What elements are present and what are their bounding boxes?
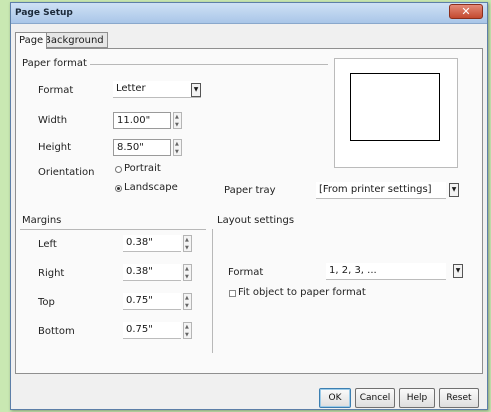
paper-format-divider bbox=[90, 64, 328, 65]
landscape-radio[interactable] bbox=[115, 185, 122, 192]
landscape-label[interactable]: Landscape bbox=[124, 182, 178, 193]
top-margin-input[interactable]: 0.75" bbox=[123, 293, 181, 310]
width-input-value: 11.00" bbox=[117, 115, 151, 126]
height-label: Height bbox=[38, 142, 72, 153]
close-icon: ✕ bbox=[461, 5, 471, 18]
preview-page-outline bbox=[350, 73, 440, 141]
layout-format-value: 1, 2, 3, ... bbox=[329, 265, 377, 276]
tab-page-label: Page bbox=[19, 35, 44, 46]
right-margin-stepper[interactable]: ▲ ▼ bbox=[183, 264, 192, 281]
spin-down-icon: ▼ bbox=[185, 245, 189, 251]
help-button[interactable]: Help bbox=[399, 388, 435, 408]
margins-title: Margins bbox=[22, 215, 62, 226]
page-setup-dialog: Page Setup ✕ Page Background Paper forma… bbox=[10, 2, 488, 410]
tab-panel-page: Paper format Format Letter ▼ Width 11.00… bbox=[15, 48, 483, 374]
chevron-down-icon: ▼ bbox=[455, 267, 461, 274]
format-select-value: Letter bbox=[116, 83, 146, 94]
orientation-label: Orientation bbox=[38, 167, 95, 178]
spin-up-icon: ▲ bbox=[185, 324, 189, 330]
layout-settings-title: Layout settings bbox=[217, 215, 295, 226]
portrait-label[interactable]: Portrait bbox=[124, 163, 161, 174]
margins-divider bbox=[20, 229, 206, 230]
chevron-down-icon: ▼ bbox=[451, 186, 457, 193]
reset-button[interactable]: Reset bbox=[439, 388, 479, 408]
height-stepper[interactable]: ▲ ▼ bbox=[173, 139, 182, 156]
top-margin-stepper[interactable]: ▲ ▼ bbox=[183, 293, 192, 310]
tab-page[interactable]: Page bbox=[15, 32, 48, 49]
top-margin-value: 0.75" bbox=[126, 295, 153, 306]
layout-format-label: Format bbox=[228, 267, 264, 278]
right-margin-value: 0.38" bbox=[126, 266, 153, 277]
format-dropdown-button[interactable]: ▼ bbox=[191, 83, 201, 97]
tab-background-label: Background bbox=[44, 35, 104, 46]
width-label: Width bbox=[38, 115, 68, 126]
format-select[interactable]: Letter bbox=[113, 81, 201, 98]
top-margin-label: Top bbox=[38, 297, 55, 308]
layout-format-dropdown-button[interactable]: ▼ bbox=[453, 264, 463, 278]
window-title: Page Setup bbox=[15, 8, 73, 18]
spin-up-icon: ▲ bbox=[185, 237, 189, 243]
chevron-down-icon: ▼ bbox=[193, 86, 199, 93]
width-input[interactable]: 11.00" bbox=[113, 112, 171, 129]
close-button[interactable]: ✕ bbox=[449, 4, 483, 19]
spin-down-icon: ▼ bbox=[185, 332, 189, 338]
spin-down-icon: ▼ bbox=[185, 274, 189, 280]
fit-to-paper-label[interactable]: Fit object to paper format bbox=[238, 287, 366, 298]
bottom-margin-stepper[interactable]: ▲ ▼ bbox=[183, 322, 192, 339]
spin-down-icon: ▼ bbox=[185, 303, 189, 309]
paper-format-title: Paper format bbox=[22, 58, 87, 69]
left-margin-label: Left bbox=[38, 239, 57, 250]
title-bar[interactable]: Page Setup ✕ bbox=[11, 3, 487, 24]
layout-format-select[interactable]: 1, 2, 3, ... bbox=[326, 263, 446, 280]
right-margin-input[interactable]: 0.38" bbox=[123, 264, 181, 281]
spin-up-icon: ▲ bbox=[175, 141, 179, 147]
bottom-margin-value: 0.75" bbox=[126, 324, 153, 335]
format-label: Format bbox=[38, 85, 74, 96]
layout-settings-divider bbox=[212, 229, 213, 353]
height-input-value: 8.50" bbox=[117, 142, 144, 153]
spin-up-icon: ▲ bbox=[175, 114, 179, 120]
paper-tray-label: Paper tray bbox=[224, 185, 276, 196]
right-margin-label: Right bbox=[38, 268, 65, 279]
bottom-margin-input[interactable]: 0.75" bbox=[123, 322, 181, 339]
spin-up-icon: ▲ bbox=[185, 295, 189, 301]
spin-up-icon: ▲ bbox=[185, 266, 189, 272]
cancel-button[interactable]: Cancel bbox=[355, 388, 395, 408]
paper-tray-dropdown-button[interactable]: ▼ bbox=[449, 183, 459, 197]
left-margin-input[interactable]: 0.38" bbox=[123, 235, 181, 252]
ok-button[interactable]: OK bbox=[319, 388, 351, 408]
page-preview bbox=[334, 58, 458, 168]
fit-to-paper-checkbox[interactable] bbox=[229, 290, 236, 297]
paper-tray-value: [From printer settings] bbox=[319, 184, 432, 195]
left-margin-value: 0.38" bbox=[126, 237, 153, 248]
paper-tray-select[interactable]: [From printer settings] bbox=[316, 182, 446, 199]
spin-down-icon: ▼ bbox=[175, 122, 179, 128]
bottom-margin-label: Bottom bbox=[38, 326, 75, 337]
left-margin-stepper[interactable]: ▲ ▼ bbox=[183, 235, 192, 252]
tab-background[interactable]: Background bbox=[40, 32, 108, 48]
portrait-radio[interactable] bbox=[115, 166, 122, 173]
spin-down-icon: ▼ bbox=[175, 149, 179, 155]
height-input[interactable]: 8.50" bbox=[113, 139, 171, 156]
width-stepper[interactable]: ▲ ▼ bbox=[173, 112, 182, 129]
